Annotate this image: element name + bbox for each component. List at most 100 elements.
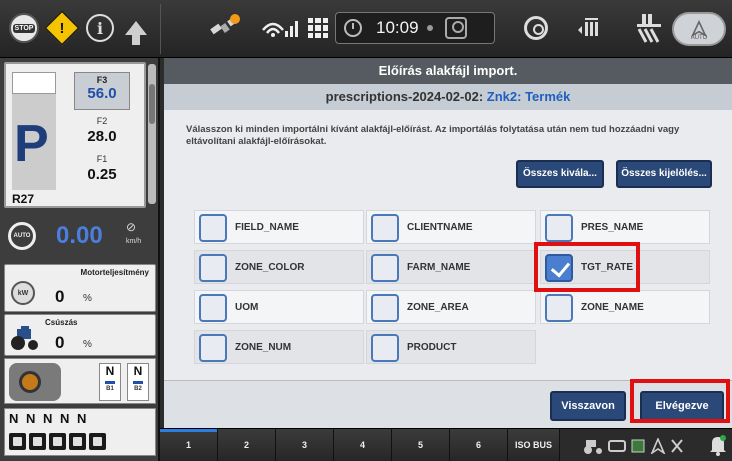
hitch-icon	[9, 363, 61, 401]
hitch-b2[interactable]: N ▬ B2	[127, 363, 149, 401]
speed-value: 0.00	[56, 222, 103, 249]
info-icon: i	[86, 14, 114, 42]
auto-steer-button[interactable]: AUTO	[672, 12, 726, 46]
stop-button[interactable]: STOP	[6, 10, 42, 46]
deselect-all-button[interactable]: Összes kivála...	[516, 160, 604, 188]
checkbox[interactable]	[199, 254, 227, 282]
info-button[interactable]: i	[82, 10, 118, 46]
clock-time: 10:09	[376, 18, 419, 37]
speed-readout[interactable]: AUTO 0.00 ⊘ km/h	[4, 216, 156, 258]
checkbox-checked[interactable]	[545, 254, 573, 282]
dialog-subtitle: prescriptions-2024-02-02: Znk2: Termék	[164, 84, 732, 110]
bottom-tab-bar: 1 2 3 4 5 6 ISO BUS	[160, 428, 732, 461]
stop-icon: STOP	[9, 13, 39, 43]
checkbox[interactable]	[371, 294, 399, 322]
notification-bell-icon[interactable]	[708, 433, 728, 457]
checkbox[interactable]	[545, 214, 573, 242]
attribute-option[interactable]: ZONE_NUM	[194, 330, 364, 364]
clock-widget[interactable]: 10:09	[335, 12, 495, 44]
screen: { "topbar": { "stop_label": "STOP", "war…	[0, 0, 732, 461]
tab-5[interactable]: 5	[392, 429, 450, 461]
attribute-option[interactable]: CLIENTNAME	[366, 210, 536, 244]
shapefile-import-dialog: Előírás alakfájl import. prescriptions-2…	[164, 58, 732, 428]
done-button[interactable]: Elvégezve	[640, 391, 724, 421]
map-icon	[631, 439, 645, 452]
tab-3[interactable]: 3	[276, 429, 334, 461]
up-arrow-button[interactable]	[118, 10, 154, 46]
status-tray[interactable]	[582, 433, 702, 458]
park-indicator: P	[14, 115, 49, 173]
dialog-footer: Visszavon Elvégezve	[164, 379, 732, 428]
tab-4[interactable]: 4	[334, 429, 392, 461]
prescription-target: Znk2: Termék	[486, 89, 571, 104]
checkbox[interactable]	[545, 294, 573, 322]
divider	[160, 4, 161, 54]
select-all-button[interactable]: Összes kijelölés...	[616, 160, 712, 188]
menu-grid-icon[interactable]	[308, 18, 328, 38]
checkbox[interactable]	[371, 214, 399, 242]
gear-f1-value: 0.25	[87, 166, 117, 183]
top-status-bar: STOP ! i 10:09 AUTO	[0, 0, 732, 58]
gear-f1-label: F1	[96, 154, 108, 164]
dialog-instructions: Válasszon ki minden importálni kívánt al…	[186, 124, 680, 147]
attribute-option[interactable]: PRES_NAME	[540, 210, 710, 244]
attribute-option[interactable]: PRODUCT	[366, 330, 536, 364]
speed-setting-icon: ⊘	[126, 220, 137, 234]
tab-2[interactable]: 2	[218, 429, 276, 461]
wheel-slip-card[interactable]: Csúszás 0 %	[4, 314, 156, 356]
checkbox[interactable]	[371, 254, 399, 282]
engine-power-value: 0	[55, 287, 65, 306]
checkbox[interactable]	[199, 334, 227, 362]
checkbox[interactable]	[371, 334, 399, 362]
gear-scrollbar[interactable]	[148, 64, 156, 204]
valve-status-row[interactable]: N N N N N	[4, 408, 156, 456]
attribute-option[interactable]: FIELD_NAME	[194, 210, 364, 244]
user-profile-icon[interactable]	[444, 17, 467, 39]
cellular-signal-icon[interactable]	[259, 14, 299, 42]
tab-isobus[interactable]: ISO BUS	[508, 429, 560, 461]
gear-range-label: R27	[12, 192, 35, 206]
hitch-b1[interactable]: N ▬ B1	[99, 363, 121, 401]
valve-icons	[9, 433, 106, 450]
attribute-option[interactable]: ZONE_NAME	[540, 290, 710, 324]
implement-icon[interactable]	[634, 12, 664, 44]
dialog-title: Előírás alakfájl import.	[164, 58, 732, 84]
transmission-widget[interactable]: P F3 56.0 F2 28.0 F1 0.25 R27	[4, 62, 146, 208]
tractor-icon	[11, 326, 38, 350]
engine-power-unit: %	[83, 293, 92, 304]
guidance-bars-icon[interactable]	[576, 16, 602, 40]
checkbox[interactable]	[199, 294, 227, 322]
guidance-icon	[650, 437, 666, 454]
tab-6[interactable]: 6	[450, 429, 508, 461]
speed-unit: km/h	[126, 238, 142, 245]
attribute-option[interactable]: ZONE_COLOR	[194, 250, 364, 284]
wheel-slip-value: 0	[55, 333, 65, 352]
attribute-option[interactable]: FARM_NAME	[366, 250, 536, 284]
gear-f2-value: 28.0	[87, 128, 117, 145]
valve-states: N N N N N	[9, 411, 89, 426]
attribute-option[interactable]: ZONE_AREA	[366, 290, 536, 324]
warning-icon: !	[43, 9, 81, 47]
gear-f2-label: F2	[96, 116, 108, 126]
tab-1[interactable]: 1	[160, 429, 218, 461]
status-dot	[426, 25, 433, 31]
cancel-button[interactable]: Visszavon	[550, 391, 626, 421]
engine-power-card[interactable]: Motorteljesítmény kW 0 %	[4, 264, 156, 312]
engine-power-title: Motorteljesítmény	[80, 268, 149, 277]
hitch-card[interactable]: N ▬ B1 N ▬ B2	[4, 358, 156, 404]
auto-speed-icon: AUTO	[8, 222, 36, 250]
warning-button[interactable]: !	[43, 9, 81, 47]
gear-f3-box: F3 56.0	[74, 72, 130, 110]
attribute-grid: FIELD_NAME CLIENTNAME PRES_NAME ZONE_COL…	[190, 210, 714, 370]
gear-indicator-box	[12, 72, 56, 94]
tools-icon	[671, 438, 683, 453]
attribute-option-tgt-rate[interactable]: TGT_RATE	[540, 250, 710, 284]
wheel-slip-title: Csúszás	[45, 318, 78, 327]
up-arrow-icon	[125, 21, 147, 45]
steering-wheel-icon[interactable]	[524, 16, 548, 40]
satellite-icon[interactable]	[208, 12, 242, 44]
wheel-slip-unit: %	[83, 339, 92, 350]
attribute-option[interactable]: UOM	[194, 290, 364, 324]
checkbox[interactable]	[199, 214, 227, 242]
prescription-file-name: prescriptions-2024-02-02:	[325, 89, 484, 104]
